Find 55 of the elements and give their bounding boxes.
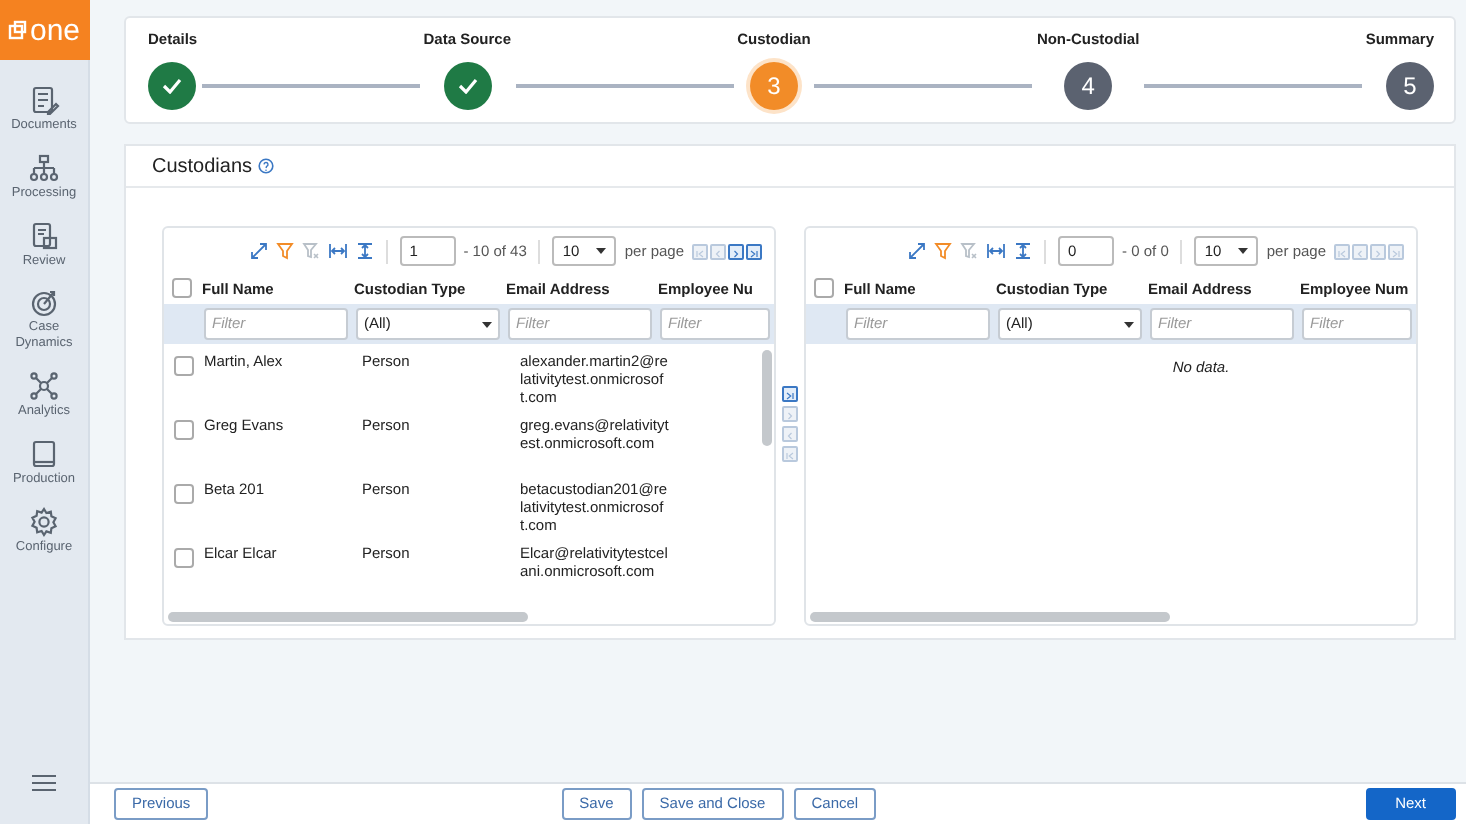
step-circle[interactable]: 4 xyxy=(1064,62,1113,110)
network-icon xyxy=(28,369,60,402)
skip-end-icon xyxy=(784,388,796,404)
row-checkbox[interactable] xyxy=(174,484,194,504)
pager-next-button[interactable] xyxy=(728,243,744,259)
caret-icon xyxy=(1238,248,1249,254)
row-checkbox[interactable] xyxy=(174,548,194,568)
caret-icon xyxy=(482,321,492,327)
skip-end-icon xyxy=(748,245,760,261)
logo-icon xyxy=(7,20,28,40)
gear-icon xyxy=(28,505,60,538)
filter-icon[interactable] xyxy=(934,242,953,260)
menu-icon[interactable] xyxy=(32,774,56,793)
row-height-icon[interactable] xyxy=(1014,242,1033,260)
caret-icon xyxy=(1124,321,1134,327)
fit-columns-icon[interactable] xyxy=(986,242,1007,260)
chevron-right-icon xyxy=(730,245,742,261)
caret-icon xyxy=(596,248,607,254)
fit-columns-icon[interactable] xyxy=(327,242,348,260)
horizontal-scrollbar[interactable] xyxy=(810,612,1170,622)
hierarchy-icon xyxy=(28,151,60,184)
book-icon xyxy=(28,437,60,470)
clear-filter-icon[interactable] xyxy=(301,242,320,260)
horizontal-scrollbar[interactable] xyxy=(168,612,528,622)
skip-end-icon xyxy=(1390,245,1402,261)
expand-icon[interactable] xyxy=(908,242,927,260)
expand-icon[interactable] xyxy=(249,242,268,260)
chevron-left-icon xyxy=(712,245,724,261)
step-circle[interactable]: 5 xyxy=(1386,62,1434,110)
filter-icon[interactable] xyxy=(275,242,294,260)
step-circle[interactable] xyxy=(443,62,492,110)
chevron-left-icon xyxy=(1354,245,1366,261)
select-all-checkbox[interactable] xyxy=(172,278,192,298)
skip-start-icon xyxy=(694,245,706,261)
target-icon xyxy=(28,286,60,319)
skip-start-icon xyxy=(1336,245,1348,261)
document-icon xyxy=(28,84,60,116)
row-checkbox[interactable] xyxy=(174,356,194,376)
row-height-icon[interactable] xyxy=(355,242,374,260)
vertical-scrollbar[interactable] xyxy=(762,350,772,446)
chevron-left-icon xyxy=(784,428,796,444)
pager-last-button[interactable] xyxy=(746,243,762,259)
clear-filter-icon[interactable] xyxy=(960,242,979,260)
chevron-right-icon xyxy=(784,408,796,424)
select-all-checkbox[interactable] xyxy=(814,278,834,298)
help-icon xyxy=(258,158,275,174)
check-icon xyxy=(457,78,478,94)
skip-start-icon xyxy=(784,448,796,464)
check-icon xyxy=(162,78,182,94)
chevron-right-icon xyxy=(1372,245,1384,261)
section-title: Custodians xyxy=(152,153,253,181)
document-icon xyxy=(28,219,60,252)
transfer-all-right-button[interactable] xyxy=(782,386,798,402)
row-checkbox[interactable] xyxy=(174,420,194,440)
step-circle[interactable] xyxy=(148,62,196,110)
